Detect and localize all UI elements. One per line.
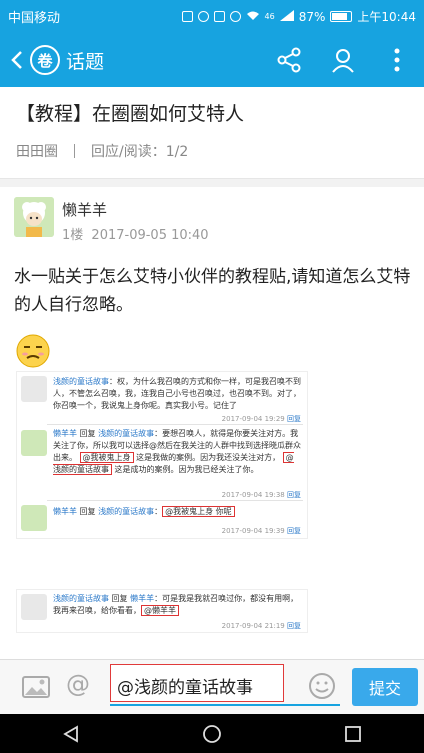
image-divider [47, 424, 303, 425]
post-floor-time: 1楼 2017-09-05 10:40 [62, 224, 209, 243]
carrier-label: 中国移动 [8, 11, 61, 26]
nav-home-button[interactable] [182, 714, 242, 753]
post-content: 水一贴关于怎么艾特小伙伴的教程贴,请知道怎么艾特的人自行忽略。 [14, 267, 411, 315]
submit-button[interactable]: 提交 [352, 668, 418, 706]
more-vertical-icon [394, 48, 400, 72]
share-icon [277, 47, 301, 73]
section-gap [0, 179, 424, 187]
status-bar: 中国移动 46 87% 上午10:44 [0, 0, 424, 33]
smiley-icon [309, 673, 335, 699]
image-reply-1: 浅颜的童话故事：权，为什么我召唤的方式和你一样，可是我召唤不到人，不管怎么召唤，… [53, 377, 301, 410]
image-reply-2: 懒羊羊 回复 浅颜的童话故事：要想召唤人，就得是你要关注对方。我关注了你，所以我… [53, 429, 301, 475]
mini-avatar [21, 505, 47, 531]
image-reply-4: 浅颜的童话故事 回复 懒羊羊：可是我是我就召唤过你，都没有用啊，我再来召唤，给你… [53, 594, 299, 616]
image-icon [22, 676, 50, 698]
mini-avatar [21, 594, 47, 620]
page-title: 话题 [66, 50, 105, 73]
input-underline [110, 704, 340, 706]
author-name[interactable]: 懒羊羊 [62, 199, 107, 220]
emoji-image [16, 334, 50, 368]
more-button[interactable] [370, 33, 424, 87]
app-bar: 卷 话题 [0, 33, 424, 87]
hd-icon [213, 11, 225, 22]
system-nav-bar [0, 714, 424, 753]
mini-avatar [21, 376, 47, 402]
mention-button[interactable]: @ [66, 670, 90, 698]
image-reply-3-time: 2017-09-04 19:39 回复 [221, 527, 301, 535]
post-image-2[interactable]: 浅颜的童话故事 回复 懒羊羊：可是我是我就召唤过你，都没有用啊，我再来召唤，给你… [16, 589, 308, 633]
avatar[interactable] [14, 197, 54, 237]
signal-icon [279, 9, 294, 24]
author-only-button[interactable] [316, 33, 370, 87]
battery-percent: 87% [298, 9, 326, 24]
sheep-avatar-icon [14, 197, 54, 237]
share-button[interactable] [262, 33, 316, 87]
circle-link[interactable]: 田田圈 [16, 141, 58, 161]
image-reply-2-time: 2017-09-04 19:38 回复 [221, 491, 301, 499]
alarm-icon [197, 11, 209, 22]
nav-back-button[interactable] [41, 714, 101, 753]
meta-divider [74, 144, 75, 158]
post-image-1[interactable]: 浅颜的童话故事：权，为什么我召唤的方式和你一样，可是我召唤不到人，不管怎么召唤，… [16, 371, 308, 539]
back-button[interactable] [6, 33, 28, 87]
reply-read-count: 回应/阅读：1/2 [91, 144, 189, 160]
insert-image-button[interactable] [22, 676, 50, 698]
image-divider [47, 500, 303, 501]
thread-meta: 田田圈 回应/阅读：1/2 [16, 141, 408, 161]
chevron-left-icon [11, 51, 22, 69]
circle-home-icon [203, 724, 221, 743]
post-time: 2017-09-05 10:40 [91, 228, 209, 243]
smug-face-icon [16, 334, 50, 368]
app-logo: 卷 [30, 45, 60, 75]
clock: 上午10:44 [357, 10, 416, 24]
image-reply-1-time: 2017-09-04 19:29 回复 [221, 415, 301, 423]
floor-number: 1楼 [62, 228, 84, 243]
network-type: 46 [264, 12, 275, 21]
user-icon [332, 49, 354, 73]
thread-header: 【教程】在圈圈如何艾特人 田田圈 回应/阅读：1/2 [0, 87, 424, 179]
emoji-button[interactable] [308, 672, 336, 700]
at-icon: @ [66, 670, 90, 698]
nav-recents-button[interactable] [323, 714, 383, 753]
reply-input[interactable]: @浅颜的童话故事 [110, 664, 284, 702]
square-recents-icon [345, 725, 362, 742]
post: 懒羊羊 1楼 2017-09-05 10:40 水一贴关于怎么艾特小伙伴的教程贴… [0, 187, 424, 657]
eye-icon [229, 11, 241, 22]
mini-avatar [21, 430, 47, 456]
status-icons: 46 87% 上午10:44 [181, 8, 416, 25]
reply-composer: @ @浅颜的童话故事 提交 [0, 659, 424, 714]
triangle-back-icon [62, 724, 78, 743]
image-reply-4-time: 2017-09-04 21:19 回复 [221, 622, 301, 630]
battery-icon [330, 11, 353, 22]
image-reply-3: 懒羊羊 回复 浅颜的童话故事： @我被鬼上身 你呢 [53, 506, 301, 518]
wifi-icon [246, 10, 260, 24]
vibrate-icon [181, 11, 193, 22]
thread-title: 【教程】在圈圈如何艾特人 [16, 103, 245, 125]
